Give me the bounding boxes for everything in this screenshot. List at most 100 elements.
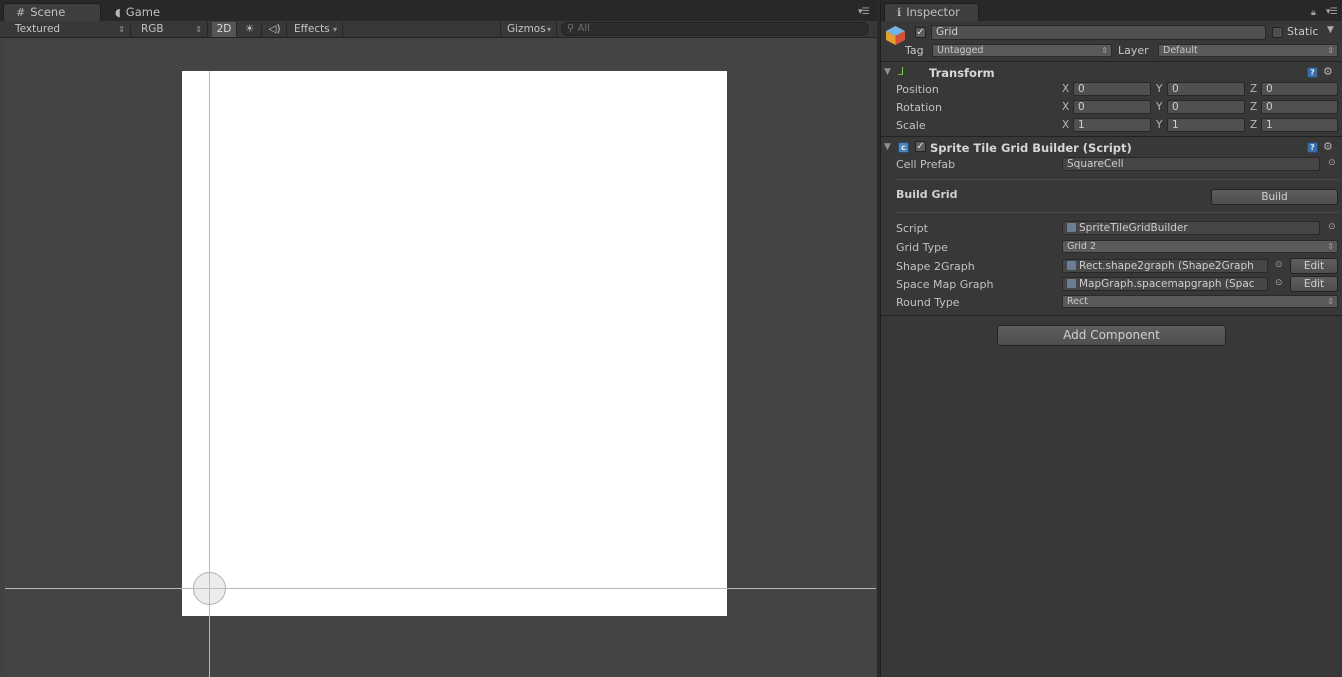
- scene-lighting-toggle[interactable]: ☀: [238, 22, 262, 37]
- search-placeholder: All: [577, 23, 590, 34]
- active-checkbox[interactable]: ✓: [915, 27, 926, 38]
- static-checkbox[interactable]: [1272, 27, 1283, 38]
- lock-icon[interactable]: 🔒︎: [1311, 8, 1316, 18]
- transform-title: Transform: [929, 66, 995, 80]
- asset-file-icon: [1067, 261, 1076, 270]
- rotation-z-field[interactable]: 0: [1261, 100, 1338, 114]
- layer-value: Default: [1163, 45, 1198, 56]
- asset-file-icon: [1067, 279, 1076, 288]
- divider: [881, 61, 1342, 62]
- sun-icon: ☀: [244, 23, 255, 35]
- shape-edit-button[interactable]: Edit: [1290, 258, 1338, 274]
- round-type-dropdown[interactable]: Rect ⇕: [1062, 295, 1338, 308]
- cell-prefab-row: Cell Prefab SquareCell ⊙: [881, 156, 1342, 174]
- scale-x-field[interactable]: 1: [1073, 118, 1151, 132]
- space-map-graph-field[interactable]: MapGraph.spacemapgraph (Spac: [1062, 277, 1268, 291]
- position-z-field[interactable]: 0: [1261, 82, 1338, 96]
- render-mode-dropdown[interactable]: RGB ⇕: [135, 22, 208, 37]
- origin-handle[interactable]: [193, 572, 226, 605]
- scale-z-field[interactable]: 1: [1261, 118, 1338, 132]
- scene-toolbar: Textured ⇕ RGB ⇕ 2D ☀ ◁) Effects ▾ Gizmo…: [0, 21, 877, 38]
- scene-grid-icon: #: [16, 6, 26, 19]
- add-component-button[interactable]: Add Component: [997, 325, 1226, 346]
- tab-game[interactable]: ◖ Game: [103, 3, 183, 21]
- divider: [881, 315, 1342, 316]
- dropdown-arrows-icon: ⇕: [195, 25, 202, 34]
- cell-prefab-label: Cell Prefab: [896, 158, 956, 171]
- scale-row: Scale X 1 Y 1 Z 1: [881, 117, 1342, 135]
- effects-label: Effects: [294, 23, 330, 35]
- transform-header[interactable]: ▼ ⅃ Transform ? ⚙: [881, 64, 1342, 81]
- rotation-x-field[interactable]: 0: [1073, 100, 1151, 114]
- scene-search-input[interactable]: ⚲ All: [561, 22, 869, 36]
- grid-type-value: Grid 2: [1067, 241, 1097, 252]
- effects-dropdown[interactable]: Effects ▾: [288, 22, 343, 37]
- shape-2graph-field[interactable]: Rect.shape2graph (Shape2Graph: [1062, 259, 1268, 273]
- divider: [896, 212, 1339, 213]
- draw-mode-dropdown[interactable]: Textured ⇕: [9, 22, 131, 37]
- builder-header[interactable]: ▼ c ✓ Sprite Tile Grid Builder (Script) …: [881, 139, 1342, 156]
- rotation-y-field[interactable]: 0: [1167, 100, 1245, 114]
- round-type-label: Round Type: [896, 296, 960, 309]
- dropdown-arrows-icon: ⇕: [118, 25, 125, 34]
- axis-y-label: Y: [1156, 83, 1163, 95]
- tag-dropdown[interactable]: Untagged ⇕: [932, 44, 1112, 57]
- layer-dropdown[interactable]: Default ⇕: [1158, 44, 1338, 57]
- fold-arrow-icon[interactable]: ▼: [884, 142, 891, 152]
- builder-title: Sprite Tile Grid Builder (Script): [930, 141, 1132, 155]
- gear-icon[interactable]: ⚙: [1323, 140, 1333, 153]
- gizmos-dropdown[interactable]: Gizmos ▾: [500, 22, 557, 37]
- white-sprite[interactable]: [182, 71, 727, 616]
- builder-enabled-checkbox[interactable]: ✓: [915, 141, 926, 152]
- build-button[interactable]: Build: [1211, 189, 1338, 205]
- axis-z-label: Z: [1250, 101, 1258, 113]
- axis-y-label: Y: [1156, 119, 1163, 131]
- build-grid-label: Build Grid: [896, 188, 958, 201]
- round-type-value: Rect: [1067, 296, 1088, 307]
- space-map-graph-value: MapGraph.spacemapgraph (Spac: [1079, 278, 1255, 290]
- position-x-field[interactable]: 0: [1073, 82, 1151, 96]
- object-picker-icon[interactable]: ⊙: [1328, 158, 1336, 168]
- inspector-menu-icon[interactable]: ▾☰: [1326, 7, 1338, 17]
- tab-inspector[interactable]: ℹ Inspector: [884, 3, 979, 21]
- position-label: Position: [896, 83, 939, 96]
- help-icon[interactable]: ?: [1307, 67, 1318, 78]
- tab-inspector-label: Inspector: [906, 5, 960, 19]
- scene-panel-menu-icon[interactable]: ▾☰: [858, 7, 870, 17]
- fold-arrow-icon[interactable]: ▼: [884, 67, 891, 77]
- scene-tabbar: # Scene ◖ Game ▾☰: [0, 0, 877, 21]
- search-icon: ⚲: [567, 23, 575, 34]
- grid-type-dropdown[interactable]: Grid 2 ⇕: [1062, 240, 1338, 253]
- scene-audio-toggle[interactable]: ◁): [263, 22, 287, 37]
- gameobject-cube-icon: [885, 25, 906, 46]
- object-picker-icon[interactable]: ⊙: [1275, 260, 1283, 270]
- tab-scene[interactable]: # Scene: [3, 3, 101, 21]
- scene-panel: # Scene ◖ Game ▾☰ Textured ⇕ RGB ⇕ 2D ☀ …: [0, 0, 877, 677]
- grid-type-row: Grid Type Grid 2 ⇕: [881, 239, 1342, 257]
- rotation-label: Rotation: [896, 101, 943, 114]
- gear-icon[interactable]: ⚙: [1323, 65, 1333, 78]
- scene-viewport[interactable]: [5, 38, 876, 677]
- object-name-field[interactable]: Grid: [931, 25, 1266, 40]
- cell-prefab-field[interactable]: SquareCell: [1062, 157, 1320, 171]
- game-pacman-icon: ◖: [115, 5, 121, 19]
- x-axis-line: [5, 588, 876, 589]
- space-map-edit-button[interactable]: Edit: [1290, 276, 1338, 292]
- divider: [896, 179, 1339, 180]
- speaker-icon: ◁): [268, 23, 281, 35]
- tab-scene-label: Scene: [30, 5, 66, 19]
- 2d-mode-toggle[interactable]: 2D: [212, 22, 237, 37]
- space-map-graph-label: Space Map Graph: [896, 278, 994, 291]
- round-type-row: Round Type Rect ⇕: [881, 294, 1342, 312]
- object-picker-icon[interactable]: ⊙: [1275, 278, 1283, 288]
- script-field[interactable]: SpriteTileGridBuilder: [1062, 221, 1320, 235]
- script-label: Script: [896, 222, 928, 235]
- scale-y-field[interactable]: 1: [1167, 118, 1245, 132]
- axis-x-label: X: [1062, 101, 1070, 113]
- help-icon[interactable]: ?: [1307, 142, 1318, 153]
- inspector-panel: ℹ Inspector 🔒︎ ▾☰ ✓ Grid Static ▼ Tag Un…: [880, 0, 1342, 677]
- script-value: SpriteTileGridBuilder: [1079, 222, 1188, 234]
- object-picker-icon[interactable]: ⊙: [1328, 222, 1336, 232]
- static-dropdown-arrow-icon[interactable]: ▼: [1327, 25, 1334, 35]
- position-y-field[interactable]: 0: [1167, 82, 1245, 96]
